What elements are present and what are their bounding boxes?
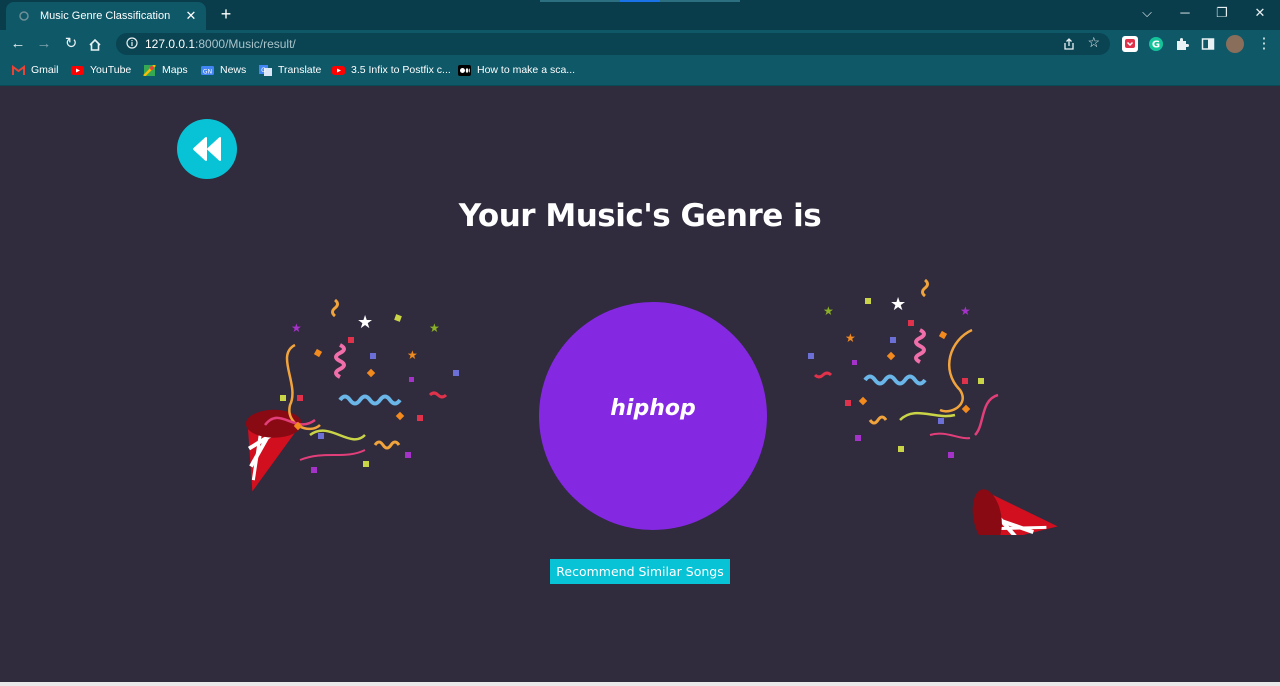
side-panel-icon[interactable] xyxy=(1200,36,1216,52)
bookmark-label: News xyxy=(220,64,247,76)
genre-result-circle: hiphop xyxy=(539,302,767,530)
home-icon[interactable] xyxy=(88,38,102,52)
youtube-icon xyxy=(332,65,345,75)
page-title: Your Music's Genre is xyxy=(458,198,822,234)
bookmark-infix-postfix[interactable]: 3.5 Infix to Postfix c... xyxy=(332,64,451,76)
url-path: :8000/Music/result/ xyxy=(195,37,296,51)
medium-icon xyxy=(458,64,471,76)
rewind-icon xyxy=(193,137,221,161)
youtube-icon xyxy=(71,65,84,75)
maps-icon xyxy=(143,64,156,76)
gmail-icon xyxy=(12,64,25,75)
active-tab[interactable]: Music Genre Classification ✕ xyxy=(6,2,206,30)
svg-text:★: ★ xyxy=(960,304,971,318)
svg-text:G: G xyxy=(1152,40,1160,51)
close-window-icon[interactable]: ✕ xyxy=(1245,5,1275,21)
forward-arrow-icon[interactable]: → xyxy=(34,34,54,54)
url-text: 127.0.0.1:8000/Music/result/ xyxy=(145,37,296,51)
site-info-icon[interactable] xyxy=(126,37,138,49)
svg-text:★: ★ xyxy=(407,348,418,362)
grammarly-extension-icon[interactable]: G xyxy=(1148,36,1164,52)
rewind-back-button[interactable] xyxy=(177,119,237,179)
profile-avatar[interactable] xyxy=(1226,35,1244,53)
address-bar[interactable]: 127.0.0.1:8000/Music/result/ ☆ xyxy=(116,33,1110,55)
svg-text:★: ★ xyxy=(890,294,906,315)
tab-indicator-active xyxy=(620,0,660,2)
tab-search-chevron-icon[interactable]: ⌵ xyxy=(1132,5,1162,21)
chrome-menu-icon[interactable]: ⋮ xyxy=(1254,34,1274,54)
svg-text:★: ★ xyxy=(357,312,373,333)
party-popper-left-icon: ★ ★ ★ ★ xyxy=(245,298,459,492)
tab-title: Music Genre Classification xyxy=(40,10,171,22)
page-favicon-icon xyxy=(19,11,29,21)
tab-indicator xyxy=(540,0,620,2)
restore-icon[interactable]: ❐ xyxy=(1207,5,1237,21)
bookmark-label: Translate xyxy=(278,64,322,76)
bookmark-gmail[interactable]: Gmail xyxy=(12,64,58,76)
reload-icon[interactable]: ↻ xyxy=(61,34,81,54)
back-arrow-icon[interactable]: ← xyxy=(8,34,28,54)
bookmark-youtube[interactable]: YouTube xyxy=(71,64,131,76)
bookmark-news[interactable]: GN News xyxy=(201,64,246,76)
bookmark-translate[interactable]: G Translate xyxy=(259,64,321,76)
translate-icon: G xyxy=(259,64,272,76)
svg-text:GN: GN xyxy=(203,68,212,75)
tab-strip: Music Genre Classification ✕ + ⌵ ─ ❐ ✕ xyxy=(0,0,1280,30)
party-popper-right-icon: ★ ★ ★ ★ xyxy=(808,278,1058,535)
browser-toolbar: ← → ↻ 127.0.0.1:8000/Music/result/ ☆ G ⋮ xyxy=(0,30,1280,58)
url-host: 127.0.0.1 xyxy=(145,37,196,51)
bookmark-label: YouTube xyxy=(90,64,132,76)
svg-text:G: G xyxy=(261,67,266,74)
bookmark-star-icon[interactable]: ☆ xyxy=(1087,34,1100,51)
svg-text:★: ★ xyxy=(845,331,856,345)
new-tab-button[interactable]: + xyxy=(216,4,236,25)
genre-result-text: hiphop xyxy=(610,396,696,421)
page-bottom-edge xyxy=(0,682,1280,686)
bookmark-label: How to make a sca... xyxy=(477,64,576,76)
svg-text:★: ★ xyxy=(291,321,302,335)
bookmark-label: 3.5 Infix to Postfix c... xyxy=(351,64,451,76)
bookmark-maps[interactable]: Maps xyxy=(143,64,188,76)
share-icon[interactable] xyxy=(1062,37,1076,51)
tab-close-icon[interactable]: ✕ xyxy=(180,8,202,24)
bookmark-how-to-make[interactable]: How to make a sca... xyxy=(458,64,575,76)
bookmark-label: Gmail xyxy=(31,64,59,76)
pocket-extension-icon[interactable] xyxy=(1122,36,1138,52)
minimize-icon[interactable]: ─ xyxy=(1170,5,1200,20)
bookmark-label: Maps xyxy=(162,64,188,76)
bookmarks-bar: Gmail YouTube Maps GN News G Translate 3… xyxy=(0,58,1280,86)
news-icon: GN xyxy=(201,65,214,75)
extensions-puzzle-icon[interactable] xyxy=(1174,36,1190,52)
recommend-similar-songs-button[interactable]: Recommend Similar Songs xyxy=(550,559,730,584)
svg-text:★: ★ xyxy=(429,321,440,335)
svg-text:★: ★ xyxy=(823,304,834,318)
tab-indicator xyxy=(660,0,740,2)
